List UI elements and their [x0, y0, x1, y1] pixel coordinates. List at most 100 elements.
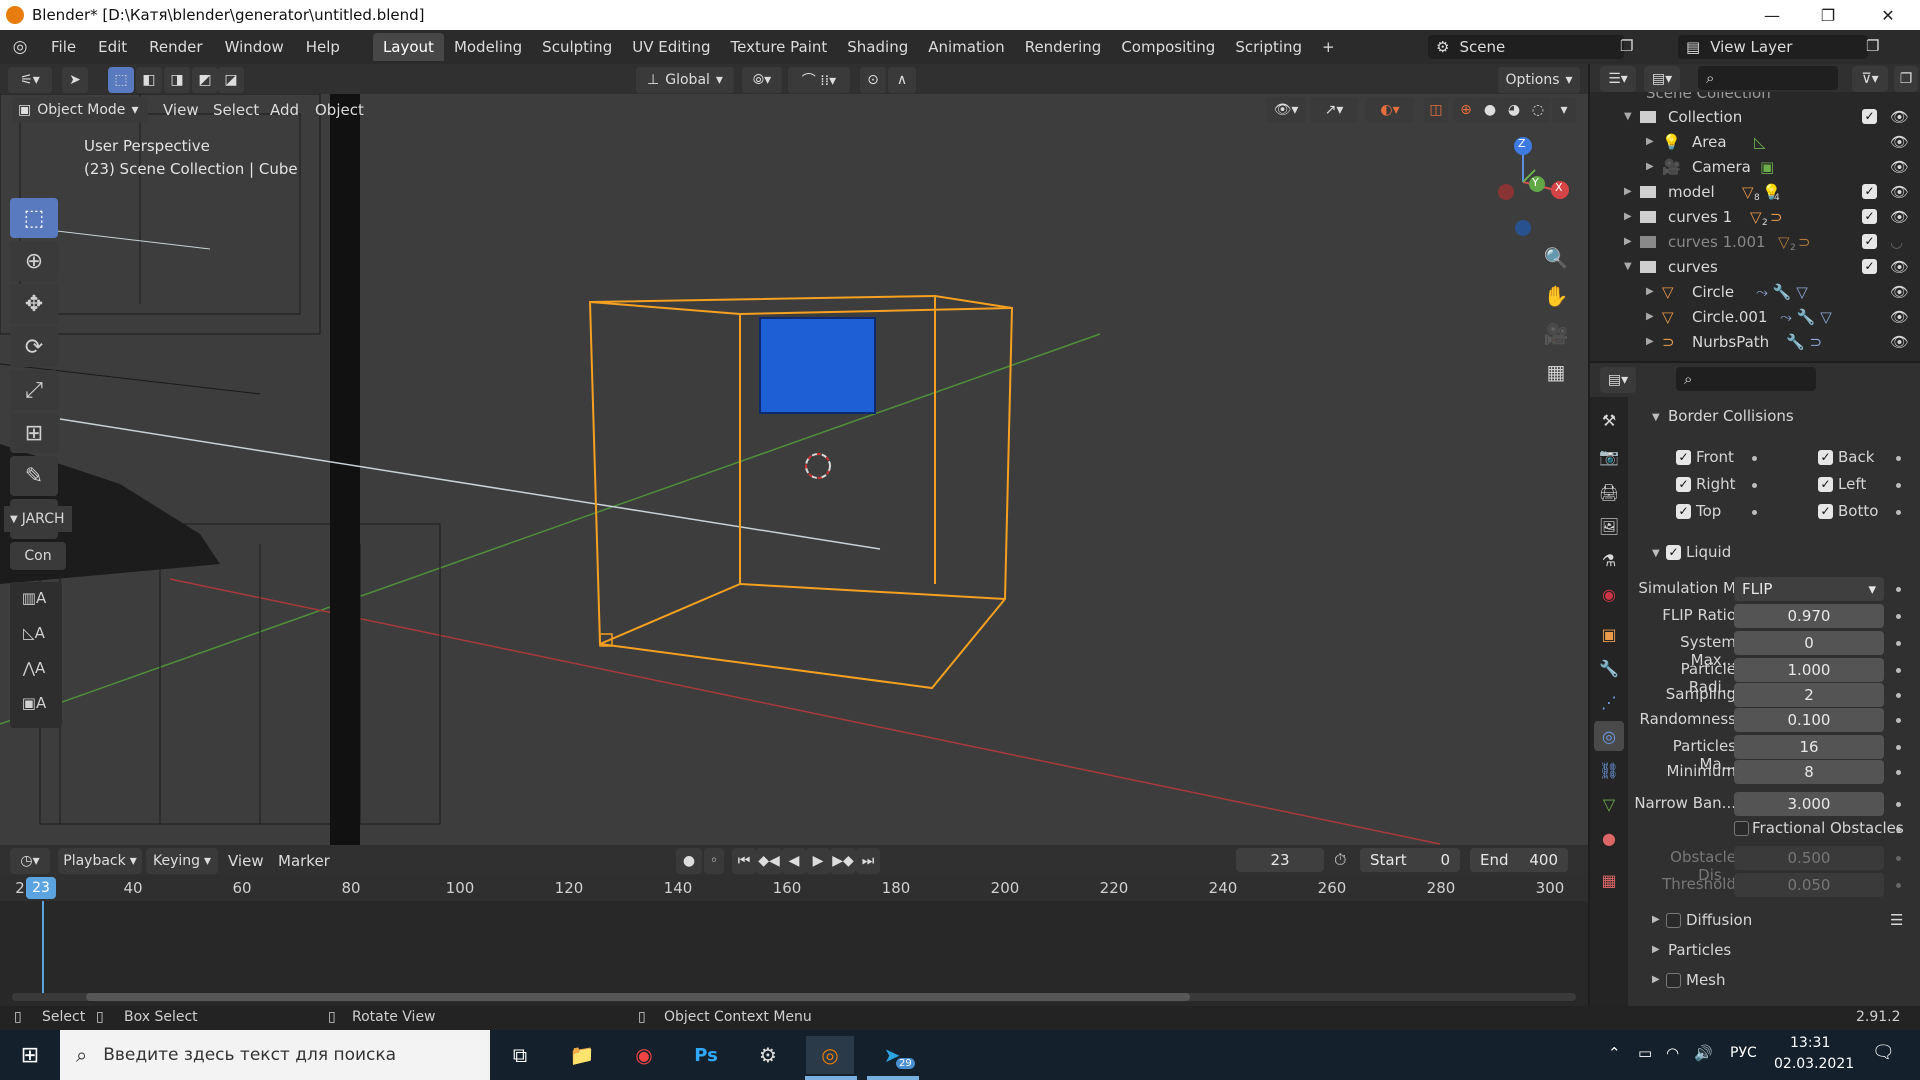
viewport-menu-object[interactable]: Object	[315, 101, 364, 119]
outliner-search-input[interactable]: ⌕	[1698, 66, 1838, 90]
viewport-menu-select[interactable]: Select	[213, 101, 259, 119]
outliner-row-curves[interactable]: ▼ curves ✓ 👁	[1590, 254, 1920, 279]
new-view-layer-icon[interactable]: ❐	[1866, 37, 1879, 55]
timeline-scrollbar[interactable]	[12, 993, 1576, 1001]
tab-compositing[interactable]: Compositing	[1111, 33, 1225, 61]
keyframe-dot[interactable]	[1896, 856, 1901, 861]
tab-modeling[interactable]: Modeling	[444, 33, 532, 61]
tool-tab-icon[interactable]: ⚒	[1594, 405, 1624, 435]
outliner-row-curves-1[interactable]: ▶ curves 1 ▽ 2 ⊃ ✓ 👁	[1590, 204, 1920, 229]
blender-menu-icon[interactable]: ◎	[0, 37, 40, 57]
timeline-editor-type-icon[interactable]: ◷▾	[10, 848, 50, 874]
select-mode-intersect[interactable]: ◪	[218, 67, 244, 93]
eye-icon[interactable]: 👁	[1890, 283, 1909, 301]
wifi-icon[interactable]: ◠	[1666, 1044, 1679, 1062]
output-tab-icon[interactable]: 🖨	[1594, 477, 1624, 507]
proportional-falloff-icon[interactable]: ∧	[888, 67, 916, 93]
proportional-edit-toggle[interactable]: ⊙	[860, 67, 886, 93]
jarch-wall-icon[interactable]: ▥A	[10, 582, 58, 614]
outliner-row-camera[interactable]: ▶ 🎥 Camera ▣ 👁	[1590, 154, 1920, 179]
material-tab-icon[interactable]: ●	[1594, 823, 1624, 853]
playback-menu[interactable]: Playback ▾	[58, 848, 142, 874]
expand-triangle-icon[interactable]: ▶	[1646, 286, 1654, 297]
jump-start-icon[interactable]: ⏮	[732, 848, 756, 874]
expand-triangle-icon[interactable]: ▶	[1646, 161, 1654, 172]
keyframe-dot[interactable]	[1896, 802, 1901, 807]
keyframe-dot[interactable]	[1752, 510, 1757, 515]
notifications-icon[interactable]: 🗨	[1872, 1042, 1895, 1063]
pivot-point-dropdown[interactable]: ⦾▾	[742, 67, 782, 93]
keying-menu[interactable]: Keying ▾	[146, 848, 218, 874]
liquid-header[interactable]: Liquid	[1686, 543, 1731, 561]
shading-options-dropdown[interactable]: ▾	[1552, 97, 1576, 123]
select-box-mode-new[interactable]: ⬚	[108, 67, 134, 93]
select-mode-invert[interactable]: ◩	[192, 67, 218, 93]
expand-triangle-icon[interactable]: ▼	[1624, 111, 1632, 122]
jarch-side-tab[interactable]: ▼ JARCH	[4, 506, 72, 532]
grid-view-icon[interactable]: ▦	[1538, 356, 1574, 388]
outliner-row-collection[interactable]: ▼ Collection ✓ 👁	[1590, 104, 1920, 129]
keyframe-dot[interactable]	[1752, 483, 1757, 488]
task-view-icon[interactable]: ⧉	[496, 1036, 544, 1074]
tool-cursor-icon[interactable]: ➤	[62, 67, 88, 93]
tab-texture-paint[interactable]: Texture Paint	[720, 33, 837, 61]
gizmo-x-label[interactable]: X	[1555, 181, 1563, 194]
tab-sculpting[interactable]: Sculpting	[532, 33, 622, 61]
eye-icon[interactable]: 👁	[1890, 158, 1909, 176]
object-tab-icon[interactable]: ▣	[1594, 619, 1624, 649]
constraints-tab-icon[interactable]: ⛓	[1594, 755, 1624, 785]
keyframe-dot[interactable]	[1896, 745, 1901, 750]
scale-tool-icon[interactable]: ⤢	[10, 370, 58, 410]
properties-search-input[interactable]: ⌕	[1676, 367, 1816, 391]
outliner-editor-type-icon[interactable]: ☰▾	[1600, 66, 1636, 92]
close-button[interactable]: ✕	[1860, 0, 1916, 30]
exclude-checkbox[interactable]: ✓	[1862, 259, 1877, 274]
add-workspace-button[interactable]: +	[1312, 33, 1345, 61]
flip-ratio-field[interactable]: 0.970	[1734, 604, 1884, 628]
jarch-window-icon[interactable]: ▣A	[10, 687, 58, 719]
expand-triangle-icon[interactable]: ▶	[1624, 186, 1632, 197]
tab-shading[interactable]: Shading	[837, 33, 918, 61]
threshold-field[interactable]: 0.050	[1734, 873, 1884, 897]
render-tab-icon[interactable]: 📷	[1594, 441, 1624, 471]
snap-toggle[interactable]: ⌒ ⁞⁞▾	[788, 67, 850, 93]
timeline-editor[interactable]: ◷▾ Playback ▾ Keying ▾ View Marker ● ◦ ⏮ ◆…	[0, 845, 1588, 1006]
jarch-con-button[interactable]: Con	[10, 542, 66, 570]
transform-tool-icon[interactable]: ⊞	[10, 413, 58, 453]
timeline-menu-view[interactable]: View	[228, 852, 264, 870]
eye-icon[interactable]: 👁	[1890, 183, 1909, 201]
particle-radius-field[interactable]: 1.000	[1734, 658, 1884, 682]
collapse-triangle-icon[interactable]: ▼	[1652, 548, 1660, 559]
menu-file[interactable]: File	[40, 38, 87, 56]
jump-end-icon[interactable]: ⏭	[856, 848, 880, 874]
front-checkbox[interactable]: ✓	[1676, 450, 1691, 465]
menu-edit[interactable]: Edit	[87, 38, 138, 56]
windows-start-icon[interactable]: ⊞	[6, 1036, 54, 1074]
eye-icon[interactable]: 👁	[1890, 258, 1909, 276]
viewport-menu-view[interactable]: View	[163, 101, 199, 119]
keyframe-dot[interactable]	[1896, 641, 1901, 646]
fractional-obstacles-checkbox[interactable]	[1734, 821, 1749, 836]
overlays-toggle[interactable]: ◐▾	[1366, 97, 1414, 123]
bottom-checkbox[interactable]: ✓	[1818, 504, 1833, 519]
exclude-checkbox[interactable]: ✓	[1862, 209, 1877, 224]
eye-icon[interactable]: 👁	[1890, 108, 1909, 126]
eye-closed-icon[interactable]: ◡	[1890, 233, 1903, 251]
blender-taskbar-icon[interactable]: ◎	[806, 1036, 854, 1074]
camera-view-icon[interactable]: 🎥	[1538, 318, 1574, 350]
back-checkbox[interactable]: ✓	[1818, 450, 1833, 465]
collapse-triangle-icon[interactable]: ▼	[1652, 412, 1660, 423]
shading-rendered-icon[interactable]: ◌	[1526, 97, 1550, 123]
presets-list-icon[interactable]: ☰	[1890, 911, 1903, 929]
keyframe-dot[interactable]	[1896, 668, 1901, 673]
particles-max-field[interactable]: 16	[1734, 735, 1884, 759]
3d-viewport[interactable]: Z Y X ⚟▾ ➤ ⬚ ◧ ◨ ◩ ◪ ⊥ Global ▾ ⦾▾ ⌒ ⁞⁞▾…	[0, 64, 1588, 845]
play-reverse-icon[interactable]: ◀	[782, 848, 806, 874]
physics-tab-icon[interactable]: ◎	[1594, 721, 1624, 751]
gizmo-y-label[interactable]: Y	[1532, 176, 1539, 189]
expand-triangle-icon[interactable]: ▼	[1624, 261, 1632, 272]
shading-wireframe-icon[interactable]: ⊕	[1454, 97, 1478, 123]
keyframe-dot[interactable]	[1896, 693, 1901, 698]
randomness-field[interactable]: 0.100	[1734, 708, 1884, 732]
eye-icon[interactable]: 👁	[1890, 333, 1909, 351]
